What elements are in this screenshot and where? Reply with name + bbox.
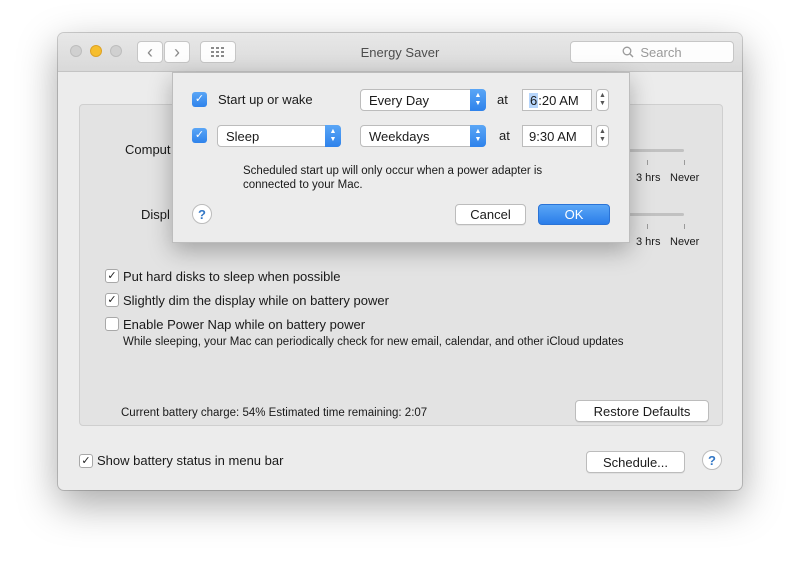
computer-sleep-label: Comput	[125, 142, 171, 157]
startup-time-stepper[interactable]: ▲ ▼	[596, 89, 609, 111]
ok-button[interactable]: OK	[538, 204, 610, 225]
popup-value: Every Day	[369, 92, 429, 108]
show-battery-status-label: Show battery status in menu bar	[97, 453, 284, 468]
hard-disk-sleep-checkbox[interactable]: ✓	[105, 269, 119, 283]
tick-label-3hrs: 3 hrs	[636, 172, 661, 184]
power-nap-label: Enable Power Nap while on battery power	[123, 317, 366, 332]
power-nap-description: While sleeping, your Mac can periodicall…	[123, 336, 624, 348]
display-sleep-label: Displ	[141, 207, 170, 222]
power-nap-checkbox[interactable]	[105, 317, 119, 331]
startup-wake-label: Start up or wake	[218, 92, 313, 107]
checkmark-icon: ✓	[81, 454, 91, 467]
search-field[interactable]: Search	[570, 41, 734, 63]
updown-arrows-icon: ▲ ▼	[325, 125, 341, 147]
battery-status-text: Current battery charge: 54% Estimated ti…	[121, 407, 428, 419]
schedule-note-line1: Scheduled start up will only occur when …	[243, 165, 543, 177]
checkmark-icon: ✓	[107, 293, 117, 306]
search-placeholder: Search	[640, 44, 682, 60]
schedule-button[interactable]: Schedule...	[586, 451, 685, 473]
checkmark-icon: ✓	[107, 269, 117, 282]
title-bar: ‹ › Energy Saver Search	[58, 33, 742, 72]
stepper-up-icon: ▲	[599, 128, 606, 135]
sleep-frequency-popup[interactable]: Weekdays ▲ ▼	[360, 125, 486, 147]
sheet-help-button[interactable]: ?	[192, 204, 212, 224]
startup-time-field[interactable]: 6:20 AM	[522, 89, 592, 111]
schedule-note-line2: connected to your Mac.	[243, 179, 363, 191]
sleep-time-stepper[interactable]: ▲ ▼	[596, 125, 609, 147]
tick-mark	[647, 224, 648, 229]
sleep-time-field[interactable]: 9:30 AM	[522, 125, 592, 147]
time-rest: :20 AM	[538, 92, 579, 108]
checkmark-icon: ✓	[194, 129, 205, 141]
popup-value: Weekdays	[369, 128, 430, 144]
tick-mark	[684, 160, 685, 165]
updown-arrows-icon: ▲ ▼	[470, 125, 486, 147]
at-label: at	[499, 128, 510, 143]
tick-mark	[647, 160, 648, 165]
dim-display-checkbox[interactable]: ✓	[105, 293, 119, 307]
stepper-up-icon: ▲	[599, 92, 606, 99]
checkmark-icon: ✓	[194, 93, 205, 105]
startup-wake-checkbox[interactable]: ✓	[192, 92, 207, 107]
question-mark-icon: ?	[708, 452, 716, 468]
time-value: 9:30 AM	[529, 128, 577, 144]
search-icon	[622, 46, 634, 58]
tick-label-never: Never	[670, 236, 700, 248]
hard-disk-sleep-label: Put hard disks to sleep when possible	[123, 269, 341, 284]
tick-label-3hrs: 3 hrs	[636, 236, 661, 248]
stepper-down-icon: ▼	[599, 100, 606, 107]
show-battery-status-checkbox[interactable]: ✓	[79, 454, 93, 468]
stepper-down-icon: ▼	[599, 136, 606, 143]
question-mark-icon: ?	[198, 206, 206, 222]
sleep-action-popup[interactable]: Sleep ▲ ▼	[217, 125, 341, 147]
cancel-button[interactable]: Cancel	[455, 204, 526, 225]
schedule-sheet: ✓ Start up or wake Every Day ▲ ▼ at 6:20 …	[172, 72, 630, 243]
time-hour-selected: 6	[529, 92, 539, 108]
popup-value: Sleep	[226, 128, 260, 144]
at-label: at	[497, 92, 508, 107]
tick-mark	[684, 224, 685, 229]
sleep-checkbox[interactable]: ✓	[192, 128, 207, 143]
updown-arrows-icon: ▲ ▼	[470, 89, 486, 111]
dim-display-label: Slightly dim the display while on batter…	[123, 293, 389, 308]
restore-defaults-button[interactable]: Restore Defaults	[575, 400, 709, 422]
startup-frequency-popup[interactable]: Every Day ▲ ▼	[360, 89, 486, 111]
tick-label-never: Never	[670, 172, 700, 184]
help-button[interactable]: ?	[702, 450, 722, 470]
